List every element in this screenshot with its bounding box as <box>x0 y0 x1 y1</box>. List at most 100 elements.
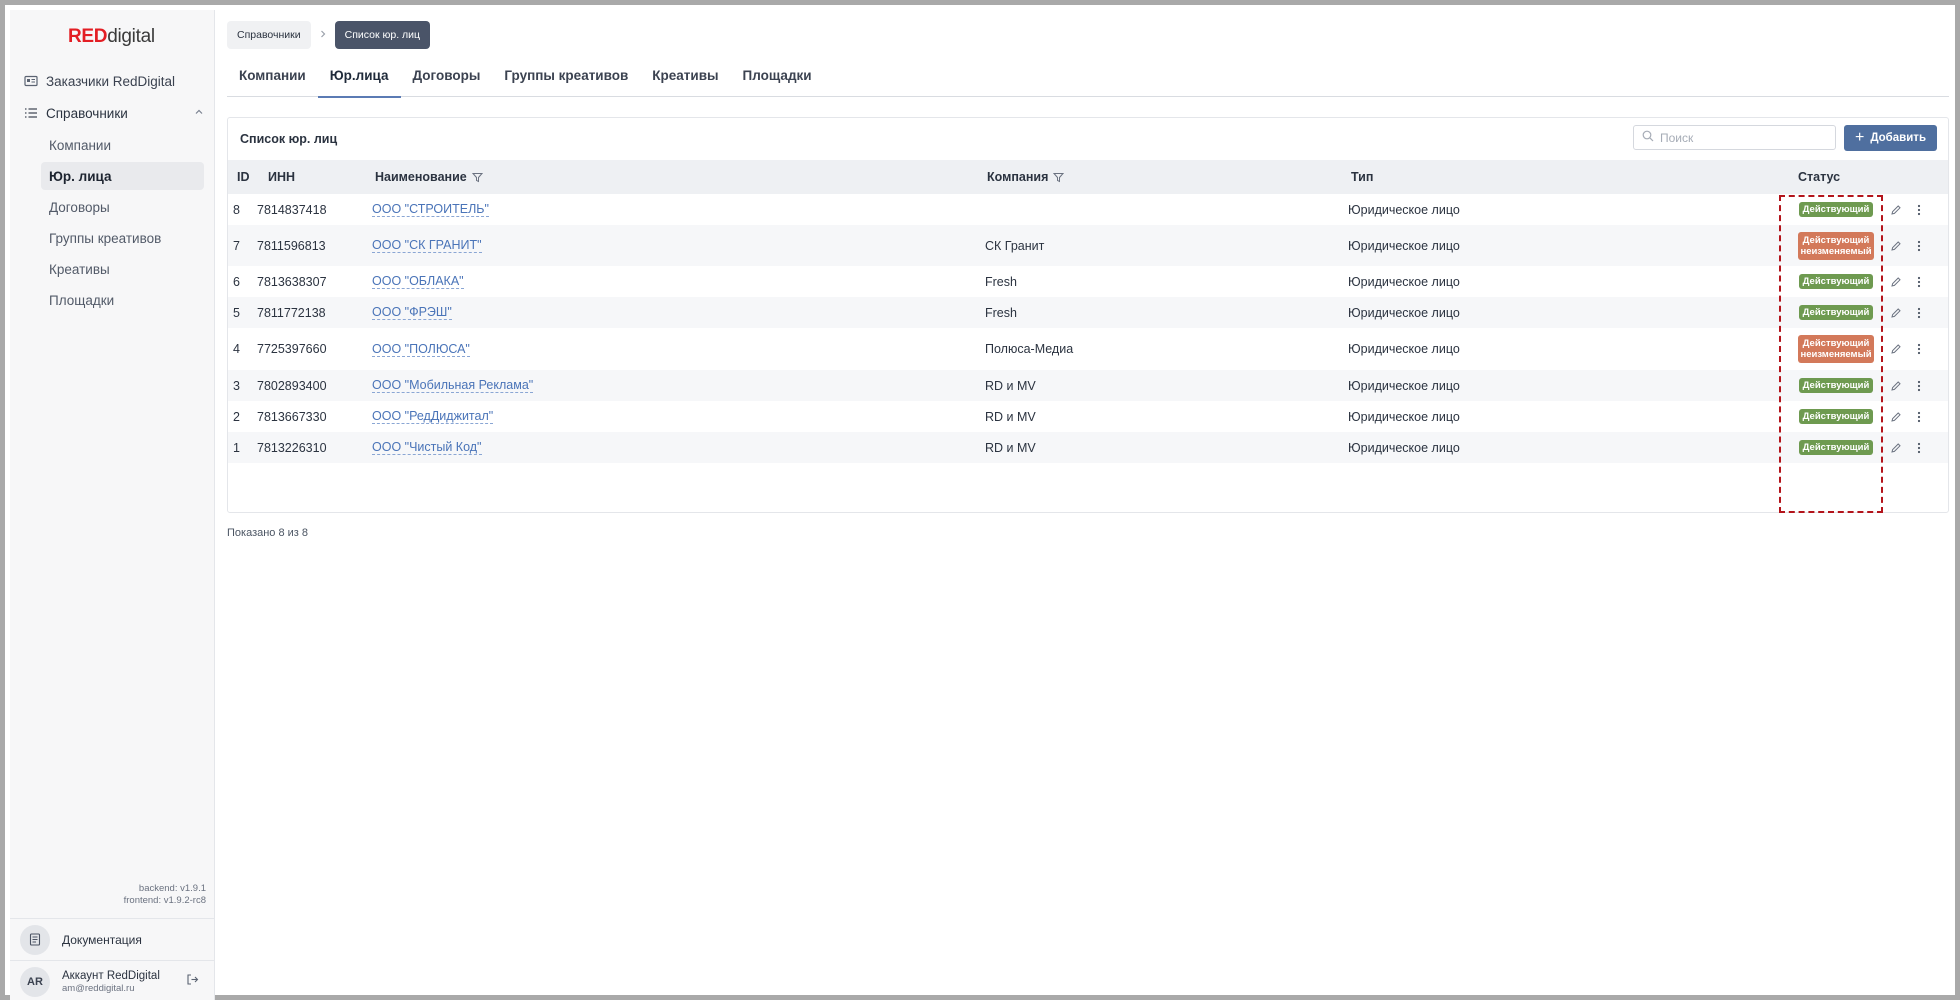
cell-status: Действующий неизменяемый <box>1796 328 1876 370</box>
cell-inn: 7813667330 <box>257 401 327 432</box>
cell-name: ООО "ОБЛАКА" <box>372 266 464 297</box>
more-vertical-icon[interactable] <box>1911 409 1927 425</box>
more-vertical-icon[interactable] <box>1911 341 1927 357</box>
more-vertical-icon[interactable] <box>1911 274 1927 290</box>
sidebar-item-customers-label: Заказчики RedDigital <box>46 73 176 89</box>
legal-entity-link[interactable]: ООО "ФРЭШ" <box>372 305 452 320</box>
table-row[interactable]: 7 7811596813 ООО "СК ГРАНИТ" СК Гранит Юриди… <box>228 225 1948 266</box>
more-vertical-icon[interactable] <box>1911 440 1927 456</box>
legal-entity-link[interactable]: ООО "Мобильная Реклама" <box>372 378 534 393</box>
sidebar-group-directories[interactable]: Справочники <box>24 100 204 126</box>
table-row[interactable]: 5 7811772138 ООО "ФРЭШ" Fresh Юридическое ли… <box>228 297 1948 328</box>
cell-inn: 7725397660 <box>257 328 327 370</box>
legal-entity-link[interactable]: ООО "РедДиджитал" <box>372 409 494 424</box>
table-row[interactable]: 6 7813638307 ООО "ОБЛАКА" Fresh Юридическое … <box>228 266 1948 297</box>
cell-inn: 7811772138 <box>257 297 326 328</box>
status-badge: Действующий <box>1798 274 1874 289</box>
column-header-type[interactable]: Тип <box>1351 160 1373 194</box>
table-row[interactable]: 1 7813226310 ООО "Чистый Код" RD и MV Юридич… <box>228 432 1948 463</box>
breadcrumb: Справочники Список юр. лиц <box>227 21 431 49</box>
sidebar-item-creatives[interactable]: Креативы <box>41 255 204 283</box>
table-row[interactable]: 8 7814837418 ООО "СТРОИТЕЛЬ" Юридическое ли… <box>228 194 1948 225</box>
cell-id-value: 8 <box>233 202 240 217</box>
cell-inn-value: 7813667330 <box>257 409 327 424</box>
more-vertical-icon[interactable] <box>1911 238 1927 254</box>
sidebar-item-companies[interactable]: Компании <box>41 131 204 159</box>
cell-inn-value: 7725397660 <box>257 342 327 356</box>
filter-icon[interactable] <box>1053 172 1065 183</box>
avatar[interactable]: AR <box>20 966 50 997</box>
cell-id: 2 <box>233 401 240 432</box>
pencil-icon[interactable] <box>1888 409 1904 425</box>
cell-inn: 7813226310 <box>257 432 327 463</box>
pencil-icon[interactable] <box>1888 440 1904 456</box>
status-badge: Действующий <box>1798 378 1874 393</box>
logout-icon[interactable] <box>186 973 199 991</box>
legal-entity-link[interactable]: ООО "Чистый Код" <box>372 440 482 455</box>
pencil-icon[interactable] <box>1888 238 1904 254</box>
sidebar-item-customers[interactable]: Заказчики RedDigital <box>24 68 204 94</box>
cell-name: ООО "ФРЭШ" <box>372 297 452 328</box>
search-box[interactable] <box>1633 125 1836 150</box>
tab-legal-entities[interactable]: Юр.лица <box>317 63 401 98</box>
sidebar-item-label: Креативы <box>49 261 110 277</box>
table-row[interactable]: 4 7725397660 ООО "ПОЛЮСА" Полюса-Медиа Юриди… <box>228 328 1948 370</box>
brand-logo-red: RED <box>68 26 108 47</box>
legal-entity-link[interactable]: ООО "СК ГРАНИТ" <box>372 238 482 253</box>
filter-icon[interactable] <box>471 172 483 183</box>
column-header-name[interactable]: Наименование <box>375 160 483 194</box>
tab-contracts[interactable]: Договоры <box>401 63 493 97</box>
more-vertical-icon[interactable] <box>1911 305 1927 321</box>
sidebar-item-legal-entities[interactable]: Юр. лица <box>41 162 204 190</box>
panel-title: Список юр. лиц <box>240 132 338 146</box>
cell-inn-value: 7811772138 <box>257 305 326 320</box>
cell-inn-value: 7802893400 <box>257 378 327 393</box>
pencil-icon[interactable] <box>1888 341 1904 357</box>
search-input[interactable] <box>1660 130 1830 145</box>
cell-id-value: 1 <box>233 440 240 455</box>
sidebar-item-platforms[interactable]: Площадки <box>41 286 204 314</box>
legal-entity-link[interactable]: ООО "СТРОИТЕЛЬ" <box>372 202 489 217</box>
legal-entity-link[interactable]: ООО "ПОЛЮСА" <box>372 342 470 357</box>
table-row[interactable]: 2 7813667330 ООО "РедДиджитал" RD и MV Юриди… <box>228 401 1948 432</box>
tab-companies[interactable]: Компании <box>227 63 318 97</box>
sidebar-item-contracts[interactable]: Договоры <box>41 193 204 221</box>
cell-name: ООО "РедДиджитал" <box>372 401 494 432</box>
tab-creative-groups[interactable]: Группы креативов <box>492 63 640 97</box>
more-vertical-icon[interactable] <box>1911 378 1927 394</box>
cell-more <box>1911 194 1927 225</box>
breadcrumb-parent[interactable]: Справочники <box>227 21 311 49</box>
pencil-icon[interactable] <box>1888 305 1904 321</box>
sidebar-item-label: Договоры <box>49 199 110 215</box>
column-header-status[interactable]: Статус <box>1798 160 1840 194</box>
column-header-label: Статус <box>1798 170 1841 184</box>
table-row[interactable]: 3 7802893400 ООО "Мобильная Реклама" RD и M… <box>228 370 1948 401</box>
tab-creatives[interactable]: Креативы <box>640 63 730 97</box>
more-vertical-icon[interactable] <box>1911 202 1927 218</box>
cell-inn-value: 7814837418 <box>257 202 327 217</box>
cell-company: Fresh <box>985 297 1017 328</box>
cell-inn-value: 7813638307 <box>257 274 327 289</box>
legal-entity-link[interactable]: ООО "ОБЛАКА" <box>372 274 464 289</box>
cell-edit <box>1888 266 1904 297</box>
cell-more <box>1911 328 1927 370</box>
documentation-link[interactable]: Документация <box>10 918 215 960</box>
column-header-inn[interactable]: ИНН <box>268 160 295 194</box>
column-header-company[interactable]: Компания <box>987 160 1065 194</box>
add-button[interactable]: + Добавить <box>1844 125 1937 151</box>
column-header-id[interactable]: ID <box>237 160 250 194</box>
brand-logo-rest: digital <box>107 26 155 47</box>
sidebar-item-creative-groups[interactable]: Группы креативов <box>41 224 204 252</box>
cell-type: Юридическое лицо <box>1348 297 1460 328</box>
tab-platforms[interactable]: Площадки <box>731 63 824 97</box>
pencil-icon[interactable] <box>1888 378 1904 394</box>
brand-logo[interactable]: REDdigital <box>68 26 155 48</box>
cell-status: Действующий неизменяемый <box>1796 225 1876 266</box>
cell-name: ООО "Мобильная Реклама" <box>372 370 534 401</box>
column-header-label: Тип <box>1351 170 1374 184</box>
chevron-up-icon[interactable] <box>194 107 204 120</box>
breadcrumb-current[interactable]: Список юр. лиц <box>334 21 431 49</box>
pencil-icon[interactable] <box>1888 274 1904 290</box>
pencil-icon[interactable] <box>1888 202 1904 218</box>
account-info: Аккаунт RedDigital am@reddigital.ru <box>62 970 160 994</box>
